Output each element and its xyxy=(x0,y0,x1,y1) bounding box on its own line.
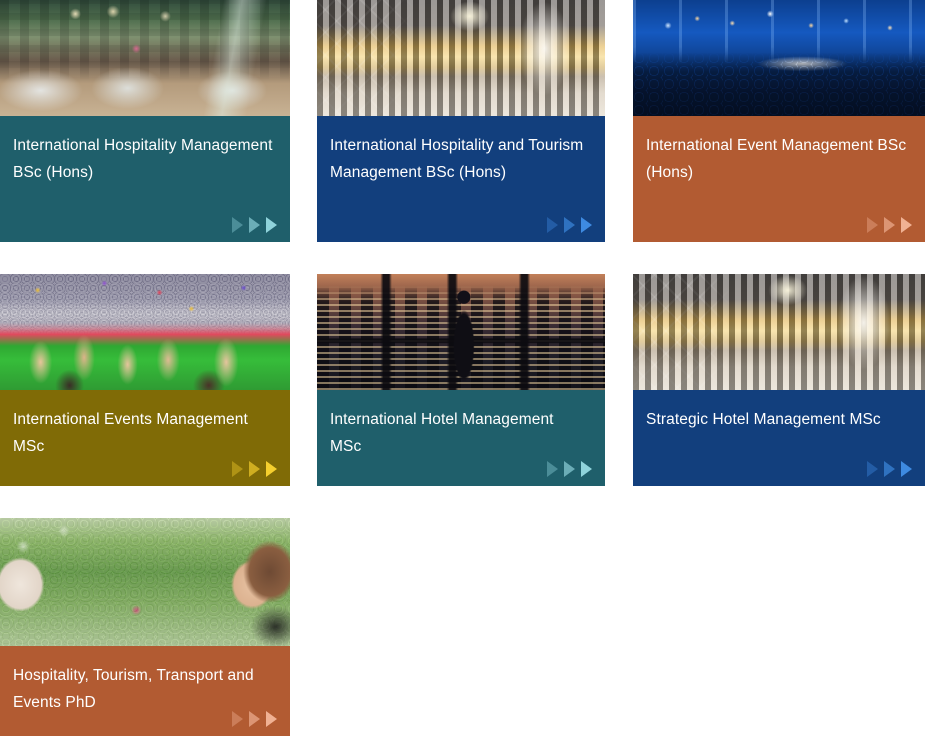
stadium-celebration-photo xyxy=(0,274,290,390)
city-skyline-photo xyxy=(317,274,605,390)
play-arrow-icon xyxy=(581,461,592,477)
play-arrow-icon xyxy=(232,711,243,727)
card-title: International Hospitality and Tourism Ma… xyxy=(330,137,584,181)
card-title: International Hotel Management MSc xyxy=(330,411,554,455)
card-image xyxy=(0,274,290,390)
course-card[interactable]: Strategic Hotel Management MSc xyxy=(633,274,925,486)
card-arrows xyxy=(232,711,277,727)
play-arrow-icon xyxy=(901,217,912,233)
card-image xyxy=(317,0,605,116)
play-arrow-icon xyxy=(249,711,260,727)
hotel-lobby-photo xyxy=(633,274,925,390)
play-arrow-icon xyxy=(249,461,260,477)
card-caption: Strategic Hotel Management MSc xyxy=(633,390,925,486)
card-image xyxy=(0,518,290,646)
card-arrows xyxy=(867,461,912,477)
card-caption: Hospitality, Tourism, Transport and Even… xyxy=(0,646,290,736)
robot-garden-photo xyxy=(0,518,290,646)
play-arrow-icon xyxy=(266,711,277,727)
card-arrows xyxy=(547,217,592,233)
play-arrow-icon xyxy=(901,461,912,477)
card-image xyxy=(0,0,290,116)
card-caption: International Hospitality Management BSc… xyxy=(0,116,290,242)
card-image xyxy=(633,0,925,116)
play-arrow-icon xyxy=(564,217,575,233)
card-caption: International Event Management BSc (Hons… xyxy=(633,116,925,242)
card-title: International Hospitality Management BSc… xyxy=(13,137,273,181)
card-arrows xyxy=(232,217,277,233)
card-title: Hospitality, Tourism, Transport and Even… xyxy=(13,667,254,711)
card-arrows xyxy=(232,461,277,477)
course-card[interactable]: Hospitality, Tourism, Transport and Even… xyxy=(0,518,290,736)
course-card[interactable]: International Events Management MSc xyxy=(0,274,290,486)
card-caption: International Hotel Management MSc xyxy=(317,390,605,486)
play-arrow-icon xyxy=(884,461,895,477)
card-image xyxy=(633,274,925,390)
hotel-lobby-photo xyxy=(317,0,605,116)
course-card[interactable]: International Hospitality and Tourism Ma… xyxy=(317,0,605,242)
play-arrow-icon xyxy=(266,461,277,477)
play-arrow-icon xyxy=(884,217,895,233)
play-arrow-icon xyxy=(266,217,277,233)
course-card[interactable]: International Hotel Management MSc xyxy=(317,274,605,486)
concert-crowd-photo xyxy=(633,0,925,116)
restaurant-interior-photo xyxy=(0,0,290,116)
play-arrow-icon xyxy=(547,461,558,477)
card-title: Strategic Hotel Management MSc xyxy=(646,411,881,428)
play-arrow-icon xyxy=(867,461,878,477)
card-title: International Event Management BSc (Hons… xyxy=(646,137,907,181)
play-arrow-icon xyxy=(564,461,575,477)
play-arrow-icon xyxy=(232,217,243,233)
course-card[interactable]: International Hospitality Management BSc… xyxy=(0,0,290,242)
card-image xyxy=(317,274,605,390)
play-arrow-icon xyxy=(249,217,260,233)
card-arrows xyxy=(867,217,912,233)
card-caption: International Events Management MSc xyxy=(0,390,290,486)
play-arrow-icon xyxy=(867,217,878,233)
play-arrow-icon xyxy=(581,217,592,233)
play-arrow-icon xyxy=(232,461,243,477)
card-arrows xyxy=(547,461,592,477)
card-title: International Events Management MSc xyxy=(13,411,248,455)
play-arrow-icon xyxy=(547,217,558,233)
card-caption: International Hospitality and Tourism Ma… xyxy=(317,116,605,242)
course-card[interactable]: International Event Management BSc (Hons… xyxy=(633,0,925,242)
course-card-grid: International Hospitality Management BSc… xyxy=(0,0,925,736)
